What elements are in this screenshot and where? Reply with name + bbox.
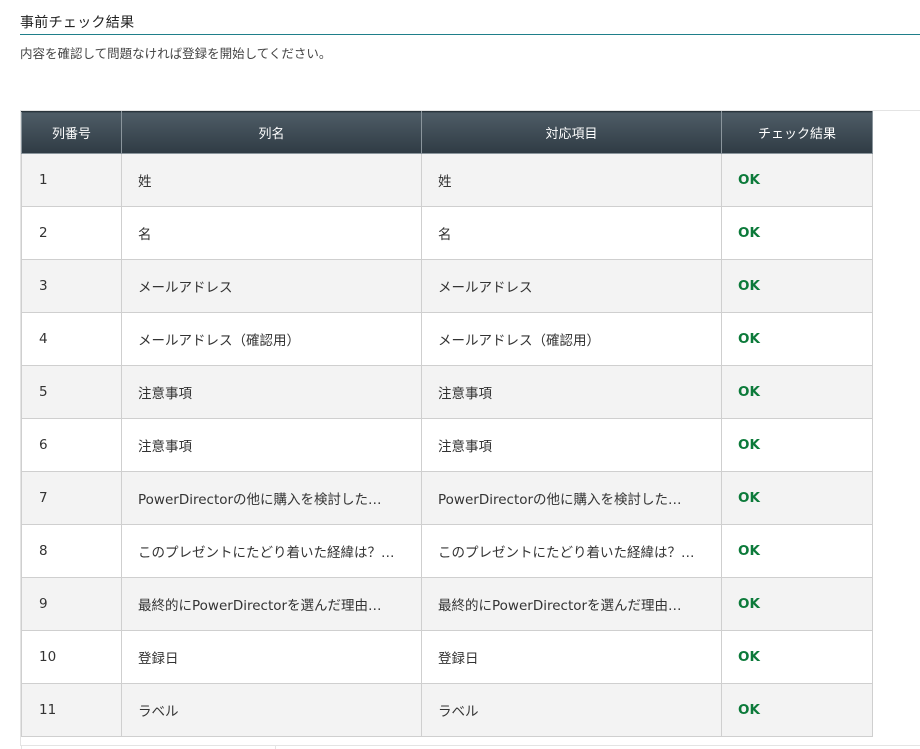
table-row: 6 注意事項 注意事項 OK (21, 418, 873, 472)
cell-check-result: OK (721, 365, 873, 419)
cell-check-result: OK (721, 418, 873, 472)
cell-column-number: 6 (21, 418, 122, 472)
table-row: 4 メールアドレス（確認用） メールアドレス（確認用） OK (21, 312, 873, 366)
cell-column-name: 姓 (121, 153, 422, 207)
header-check-result: チェック結果 (721, 111, 873, 154)
cell-mapped-item: 最終的にPowerDirectorを選んだ理由… (421, 577, 722, 631)
table-row: 1 姓 姓 OK (21, 153, 873, 207)
section-description: 内容を確認して問題なければ登録を開始してください。 (20, 46, 332, 61)
cell-mapped-item: メールアドレス（確認用） (421, 312, 722, 366)
table-row: 2 名 名 OK (21, 206, 873, 260)
precheck-page: 事前チェック結果 内容を確認して問題なければ登録を開始してください。 列番号 列… (0, 0, 920, 749)
container-bottom-tab (21, 745, 276, 749)
cell-column-name: 注意事項 (121, 418, 422, 472)
precheck-result-table: 列番号 列名 対応項目 チェック結果 1 姓 姓 OK 2 名 名 OK 3 メ… (21, 111, 873, 737)
table-row: 9 最終的にPowerDirectorを選んだ理由… 最終的にPowerDire… (21, 577, 873, 631)
header-column-number: 列番号 (21, 111, 122, 154)
header-mapped-item: 対応項目 (421, 111, 722, 154)
cell-column-number: 3 (21, 259, 122, 313)
cell-column-number: 7 (21, 471, 122, 525)
cell-mapped-item: 注意事項 (421, 418, 722, 472)
cell-column-name: ラベル (121, 683, 422, 737)
cell-check-result: OK (721, 524, 873, 578)
cell-check-result: OK (721, 471, 873, 525)
table-row: 10 登録日 登録日 OK (21, 630, 873, 684)
cell-mapped-item: 名 (421, 206, 722, 260)
cell-column-number: 11 (21, 683, 122, 737)
header-column-name: 列名 (121, 111, 422, 154)
cell-check-result: OK (721, 630, 873, 684)
table-row: 3 メールアドレス メールアドレス OK (21, 259, 873, 313)
cell-check-result: OK (721, 577, 873, 631)
cell-column-number: 8 (21, 524, 122, 578)
cell-check-result: OK (721, 312, 873, 366)
cell-mapped-item: 登録日 (421, 630, 722, 684)
table-row: 7 PowerDirectorの他に購入を検討した… PowerDirector… (21, 471, 873, 525)
cell-column-number: 2 (21, 206, 122, 260)
cell-column-name: 注意事項 (121, 365, 422, 419)
section-title: 事前チェック結果 (20, 15, 135, 31)
cell-mapped-item: このプレゼントにたどり着いた経緯は？… (421, 524, 722, 578)
cell-column-name: メールアドレス（確認用） (121, 312, 422, 366)
cell-column-number: 4 (21, 312, 122, 366)
cell-check-result: OK (721, 259, 873, 313)
table-row: 11 ラベル ラベル OK (21, 683, 873, 737)
table-row: 8 このプレゼントにたどり着いた経緯は？… このプレゼントにたどり着いた経緯は？… (21, 524, 873, 578)
cell-check-result: OK (721, 683, 873, 737)
cell-column-name: メールアドレス (121, 259, 422, 313)
cell-column-name: 名 (121, 206, 422, 260)
cell-column-number: 9 (21, 577, 122, 631)
cell-column-number: 10 (21, 630, 122, 684)
table-row: 5 注意事項 注意事項 OK (21, 365, 873, 419)
table-header-row: 列番号 列名 対応項目 チェック結果 (21, 111, 873, 154)
cell-check-result: OK (721, 206, 873, 260)
cell-mapped-item: ラベル (421, 683, 722, 737)
cell-column-name: 登録日 (121, 630, 422, 684)
cell-mapped-item: 姓 (421, 153, 722, 207)
cell-column-name: 最終的にPowerDirectorを選んだ理由… (121, 577, 422, 631)
cell-column-name: PowerDirectorの他に購入を検討した… (121, 471, 422, 525)
cell-mapped-item: PowerDirectorの他に購入を検討した… (421, 471, 722, 525)
cell-column-name: このプレゼントにたどり着いた経緯は？… (121, 524, 422, 578)
cell-mapped-item: メールアドレス (421, 259, 722, 313)
cell-column-number: 5 (21, 365, 122, 419)
section-divider (20, 34, 920, 35)
cell-mapped-item: 注意事項 (421, 365, 722, 419)
cell-check-result: OK (721, 153, 873, 207)
cell-column-number: 1 (21, 153, 122, 207)
